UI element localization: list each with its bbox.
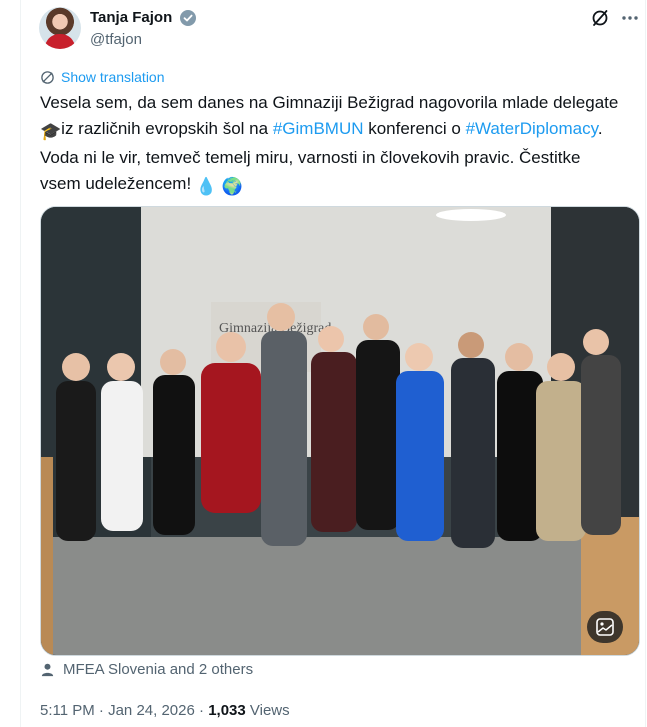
timeline-border-right	[645, 0, 646, 727]
tweet-text-seg3: konferenci o	[363, 119, 466, 138]
droplet-emoji: 💧	[195, 177, 218, 196]
avatar[interactable]	[39, 7, 81, 49]
tweet-text-seg2: iz različnih evropskih šol na	[61, 119, 273, 138]
tweet-photo[interactable]: Gimnazija Bežigrad	[40, 206, 640, 656]
meta-separator: ·	[194, 702, 209, 719]
grok-icon[interactable]	[590, 8, 610, 28]
verified-badge-icon[interactable]	[180, 10, 196, 26]
graduation-cap-emoji: 🎓	[40, 122, 62, 141]
views-label: Views	[245, 702, 290, 719]
more-icon[interactable]	[620, 8, 640, 28]
globe-emoji: 🌍	[221, 177, 243, 196]
tweet-date[interactable]: Jan 24, 2026	[108, 702, 195, 719]
tweet-meta: 5:11 PM · Jan 24, 2026 · 1,033 Views	[40, 702, 290, 719]
group-photo: Gimnazija Bežigrad	[41, 207, 639, 655]
timeline-border-left	[20, 0, 21, 727]
views-count: 1,033	[208, 702, 246, 719]
globe-icon	[41, 70, 54, 84]
tweet-time[interactable]: 5:11 PM	[40, 702, 95, 719]
show-translation[interactable]: Show translation	[40, 69, 165, 85]
hashtag-waterdiplomacy[interactable]: #WaterDiplomacy	[466, 119, 598, 138]
tweet-text: Vesela sem, da sem danes na Gimnaziji Be…	[40, 90, 620, 200]
liked-by-text[interactable]: MFEA Slovenia and 2 others	[63, 661, 253, 678]
handle[interactable]: @tfajon	[90, 31, 142, 48]
display-name[interactable]: Tanja Fajon	[90, 9, 172, 26]
meta-separator: ·	[94, 702, 109, 719]
alt-text-icon[interactable]	[587, 611, 623, 643]
liked-by-row[interactable]: MFEA Slovenia and 2 others	[40, 661, 253, 678]
show-translation-link[interactable]: Show translation	[61, 69, 165, 85]
tweet-text-seg1: Vesela sem, da sem danes na Gimnaziji Be…	[40, 93, 619, 112]
hashtag-gimbmun[interactable]: #GimBMUN	[273, 119, 364, 138]
person-icon	[41, 663, 54, 677]
